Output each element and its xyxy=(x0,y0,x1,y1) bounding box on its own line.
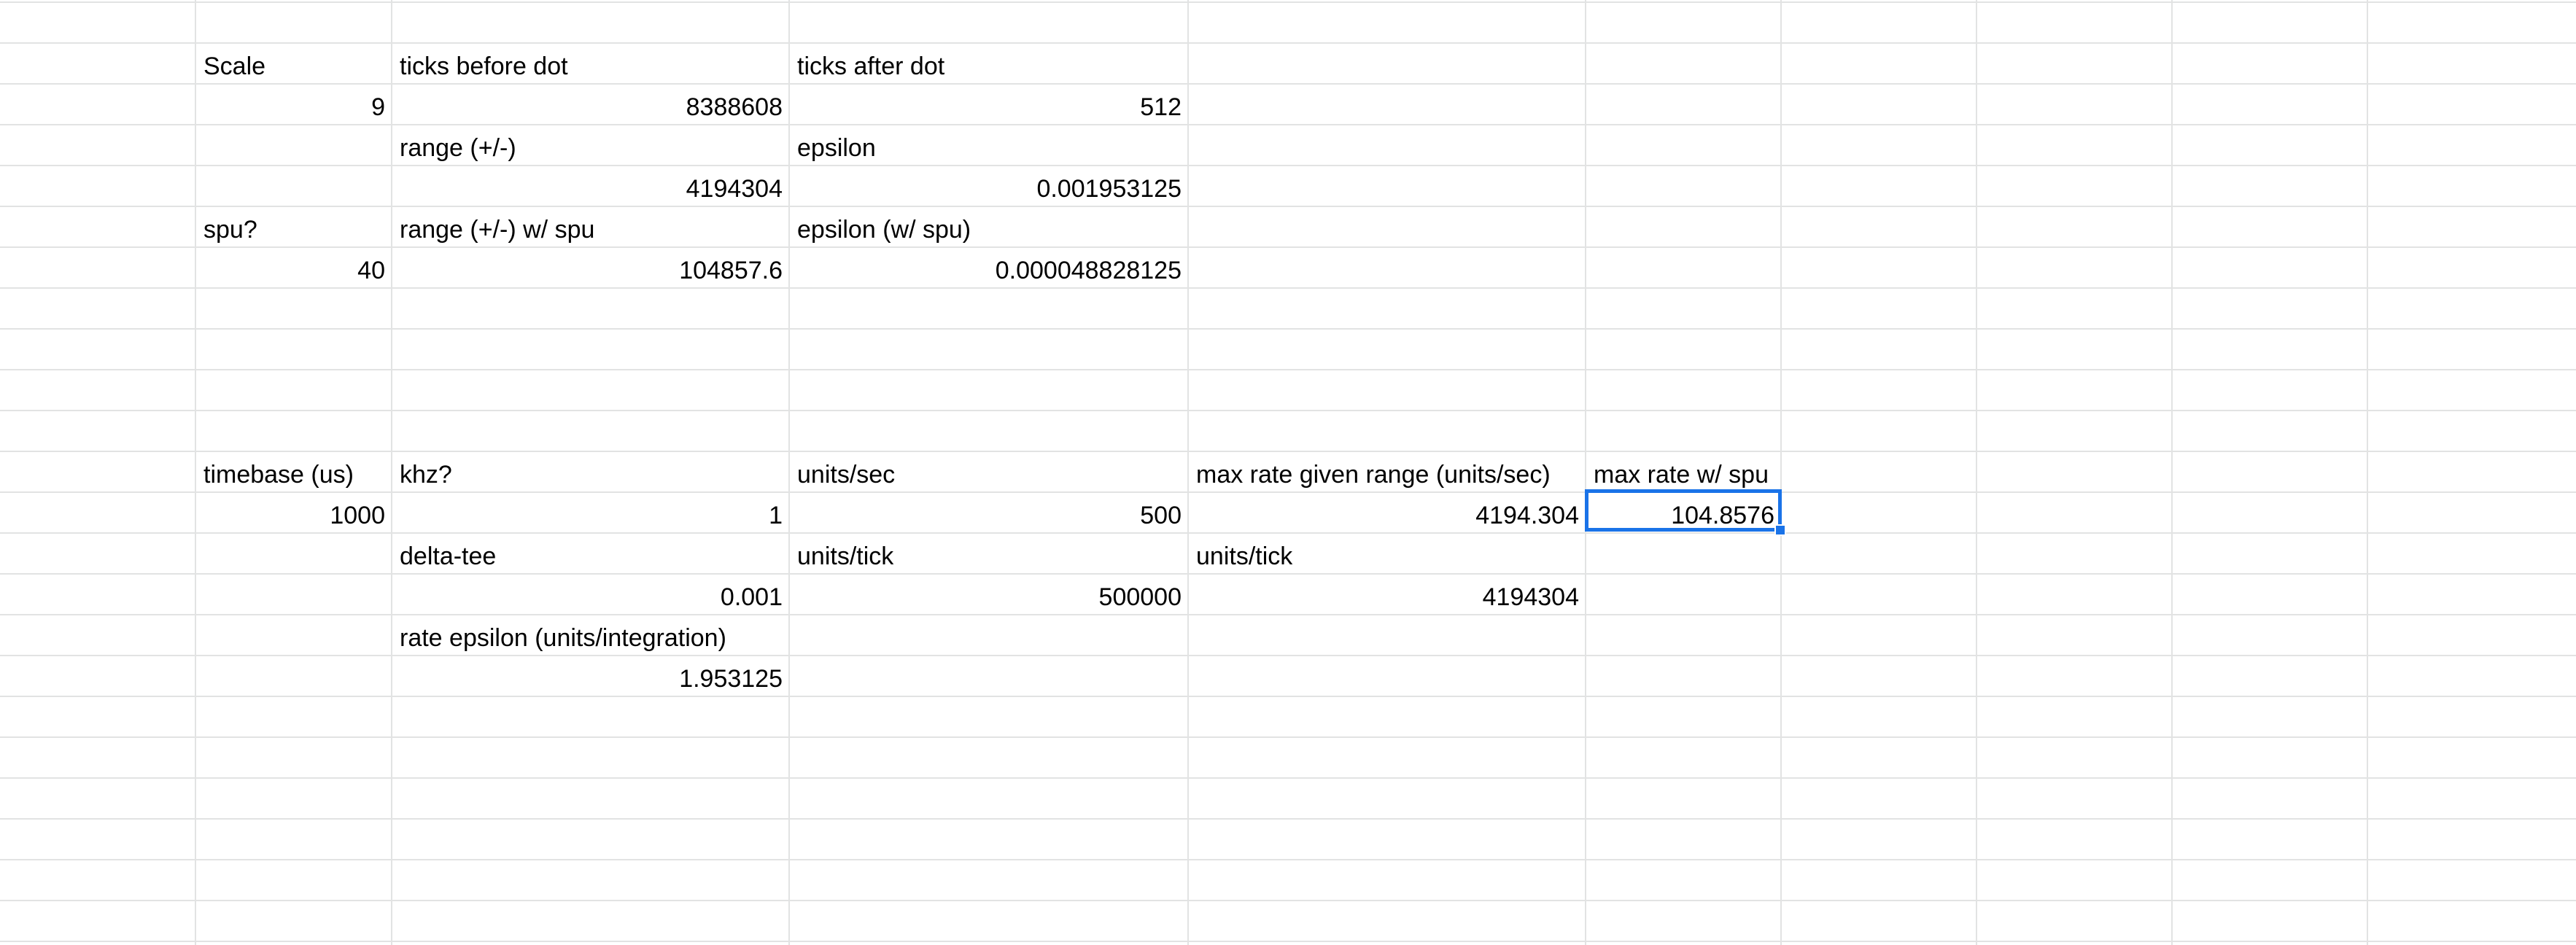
row-gridline xyxy=(0,696,2576,697)
cell-d14[interactable]: units/tick xyxy=(790,534,1187,575)
cell-c14[interactable]: delta-tee xyxy=(392,534,788,575)
cell-c13[interactable]: 1 xyxy=(392,493,788,534)
row-gridline xyxy=(0,736,2576,738)
fill-handle[interactable] xyxy=(1774,524,1786,536)
row-gridline xyxy=(0,369,2576,370)
cell-e12[interactable]: max rate given range (units/sec) xyxy=(1189,452,1585,493)
cell-b3[interactable]: 9 xyxy=(196,85,391,125)
cell-c4[interactable]: range (+/-) xyxy=(392,125,788,166)
cell-b2[interactable]: Scale xyxy=(196,44,391,85)
cell-b6[interactable]: spu? xyxy=(196,207,391,248)
cell-d12[interactable]: units/sec xyxy=(790,452,1187,493)
cell-c12[interactable]: khz? xyxy=(392,452,788,493)
cell-d2[interactable]: ticks after dot xyxy=(790,44,1187,85)
spreadsheet-grid[interactable]: Scale ticks before dot ticks after dot 9 838… xyxy=(0,0,2576,945)
cell-d6[interactable]: epsilon (w/ spu) xyxy=(790,207,1187,248)
column-gridline xyxy=(1976,0,1977,945)
selected-cell-outline xyxy=(1585,489,1782,532)
column-gridline xyxy=(2367,0,2368,945)
row-gridline xyxy=(0,1,2576,3)
row-gridline xyxy=(0,859,2576,860)
cell-e14[interactable]: units/tick xyxy=(1189,534,1585,575)
row-gridline xyxy=(0,328,2576,330)
cell-b7[interactable]: 40 xyxy=(196,248,391,289)
column-gridline xyxy=(2171,0,2173,945)
row-gridline xyxy=(0,655,2576,656)
cell-d13[interactable]: 500 xyxy=(790,493,1187,534)
row-gridline xyxy=(0,818,2576,820)
cell-b13[interactable]: 1000 xyxy=(196,493,391,534)
cell-c3[interactable]: 8388608 xyxy=(392,85,788,125)
cell-e13[interactable]: 4194.304 xyxy=(1189,493,1585,534)
row-gridline xyxy=(0,777,2576,779)
cell-d5[interactable]: 0.001953125 xyxy=(790,166,1187,207)
cell-d15[interactable]: 500000 xyxy=(790,575,1187,615)
cell-c15[interactable]: 0.001 xyxy=(392,575,788,615)
cell-d3[interactable]: 512 xyxy=(790,85,1187,125)
cell-c16[interactable]: rate epsilon (units/integration) xyxy=(392,615,788,656)
row-gridline xyxy=(0,410,2576,411)
cell-f12[interactable]: max rate w/ spu xyxy=(1586,452,1780,493)
cell-b12[interactable]: timebase (us) xyxy=(196,452,391,493)
cell-c2[interactable]: ticks before dot xyxy=(392,44,788,85)
cell-c17[interactable]: 1.953125 xyxy=(392,656,788,697)
row-gridline xyxy=(0,900,2576,901)
row-gridline xyxy=(0,165,2576,166)
row-gridline xyxy=(0,941,2576,942)
cell-d4[interactable]: epsilon xyxy=(790,125,1187,166)
cell-d7[interactable]: 0.000048828125 xyxy=(790,248,1187,289)
cell-e15[interactable]: 4194304 xyxy=(1189,575,1585,615)
column-gridline xyxy=(1780,0,1782,945)
cell-c6[interactable]: range (+/-) w/ spu xyxy=(392,207,788,248)
cell-c5[interactable]: 4194304 xyxy=(392,166,788,207)
cell-c7[interactable]: 104857.6 xyxy=(392,248,788,289)
